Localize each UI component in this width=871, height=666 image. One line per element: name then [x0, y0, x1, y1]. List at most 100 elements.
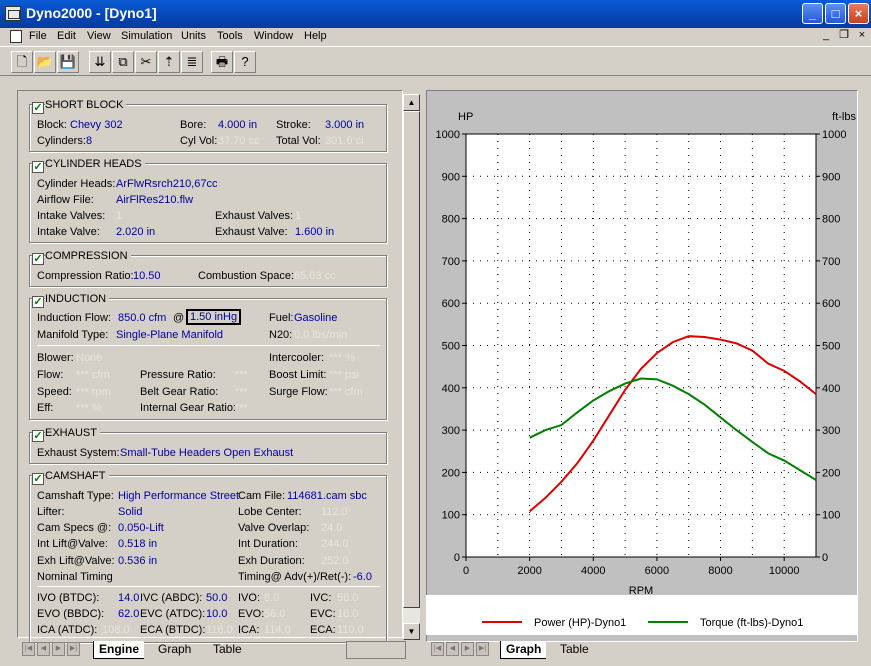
compression-section: ✓ COMPRESSION Compression Ratio: 10.50 C…	[29, 250, 387, 287]
surge-flow-value: *** cfm	[329, 386, 363, 398]
camshaft-type-value[interactable]: High Performance Street	[118, 490, 239, 502]
stroke-value[interactable]: 3.000 in	[325, 119, 364, 131]
y-tick-label-right: 700	[822, 256, 840, 268]
exhaust-checkbox[interactable]: ✓	[32, 430, 44, 442]
exhaust-valve-size-value[interactable]: 1.600 in	[295, 226, 334, 238]
new-file-icon[interactable]: 🗋	[11, 51, 33, 73]
next-tab-icon[interactable]: ▶	[52, 642, 65, 656]
field-label: Cam File:	[238, 490, 286, 502]
document-icon[interactable]	[10, 30, 22, 43]
ivc-value[interactable]: 50.0	[206, 592, 227, 604]
minimize-button[interactable]: _	[802, 3, 823, 24]
field-label: Induction Flow:	[37, 312, 111, 324]
scroll-down-button[interactable]: ▼	[403, 623, 420, 640]
field-label: Int Lift@Valve:	[37, 538, 108, 550]
first-tab-icon[interactable]: |◀	[22, 642, 35, 656]
help-icon[interactable]: ?	[234, 51, 256, 73]
cam-specs-value[interactable]: 0.050-Lift	[118, 522, 164, 534]
induction-checkbox[interactable]: ✓	[32, 296, 44, 308]
x-tick-label: 0	[463, 565, 469, 577]
exhaust-valves-value: 1	[295, 210, 302, 222]
field-label: IVC (ABDC):	[140, 592, 203, 604]
field-label: Block:	[37, 119, 67, 131]
table-icon[interactable]: ≣	[181, 51, 203, 73]
menu-units[interactable]: Units	[181, 30, 206, 42]
tab-graph[interactable]: Graph	[153, 641, 196, 659]
induction-section: ✓ INDUCTION Induction Flow: 850.0 cfm @ …	[29, 293, 387, 420]
cam-file-value[interactable]: 114681.cam sbc	[287, 490, 367, 502]
last-tab-icon[interactable]: ▶|	[476, 642, 489, 656]
fuel-value[interactable]: Gasoline	[294, 312, 337, 324]
exhaust-section: ✓ EXHAUST Exhaust System: Small-Tube Hea…	[29, 427, 387, 464]
field-label: Flow:	[37, 369, 64, 381]
timing-value[interactable]: -6.0	[353, 571, 372, 583]
intake-valve-size-value[interactable]: 2.020 in	[116, 226, 155, 238]
graph-icon[interactable]: ⇡	[158, 51, 180, 73]
evo-value[interactable]: 62.0	[118, 608, 139, 620]
tab-engine[interactable]: Engine	[93, 641, 145, 659]
lifter-value[interactable]: Solid	[118, 506, 142, 518]
close-button[interactable]: ×	[848, 3, 869, 24]
run-simulation-icon[interactable]: ⇊	[89, 51, 111, 73]
mdi-restore-button[interactable]: ❐	[836, 29, 852, 43]
copy-engine-icon[interactable]: ⧉	[112, 51, 134, 73]
tab-table[interactable]: Table	[208, 641, 247, 659]
field-label: Speed:	[37, 386, 72, 398]
menu-tools[interactable]: Tools	[217, 30, 243, 42]
menu-simulation[interactable]: Simulation	[121, 30, 172, 42]
camshaft-checkbox[interactable]: ✓	[32, 473, 44, 485]
airflow-file-value[interactable]: AirFlRes210.flw	[116, 194, 193, 206]
mdi-close-button[interactable]: ×	[854, 29, 870, 43]
print-icon[interactable]: 🖶	[211, 51, 233, 73]
last-tab-icon[interactable]: ▶|	[67, 642, 80, 656]
int-lift-value[interactable]: 0.518 in	[118, 538, 157, 550]
x-tick-label: 2000	[517, 565, 541, 577]
cylinders-value[interactable]: 8	[86, 135, 92, 147]
manifold-type-value[interactable]: Single-Plane Manifold	[116, 329, 223, 341]
field-label: EVC (ATDC):	[140, 608, 206, 620]
tools-icon[interactable]: ✂	[135, 51, 157, 73]
vacuum-value-input[interactable]: 1.50 inHg	[186, 309, 242, 325]
induction-flow-value[interactable]: 850.0 cfm	[118, 312, 166, 324]
scroll-thumb[interactable]	[403, 111, 420, 608]
compression-ratio-value[interactable]: 10.50	[133, 270, 161, 282]
exh-lift-value[interactable]: 0.536 in	[118, 555, 157, 567]
title-bar: Dyno2000 - [Dyno1] _ □ ×	[0, 0, 871, 28]
field-label: Combustion Space:	[198, 270, 294, 282]
tab-table-right[interactable]: Table	[555, 641, 594, 659]
tab-graph-right[interactable]: Graph	[500, 641, 547, 659]
prev-tab-icon[interactable]: ◀	[37, 642, 50, 656]
menu-window[interactable]: Window	[254, 30, 293, 42]
open-folder-icon[interactable]: 📂	[34, 51, 56, 73]
horizontal-scrollbar[interactable]	[346, 641, 406, 659]
menu-view[interactable]: View	[87, 30, 111, 42]
x-tick-label: 8000	[708, 565, 732, 577]
legend-label: Power (HP)-Dyno1	[534, 617, 626, 629]
compression-checkbox[interactable]: ✓	[32, 253, 44, 265]
menu-edit[interactable]: Edit	[57, 30, 76, 42]
y-tick-label-right: 200	[822, 467, 840, 479]
internal-gear-ratio-value: ***	[235, 402, 248, 414]
cylinder-heads-value[interactable]: ArFlwRsrch210,67cc	[116, 178, 217, 190]
mdi-minimize-button[interactable]: _	[818, 29, 834, 43]
scroll-up-button[interactable]: ▲	[403, 94, 420, 111]
evc-value[interactable]: 10.0	[206, 608, 227, 620]
right-tab-bar: |◀ ◀ ▶ ▶| Graph Table	[426, 641, 858, 659]
y-tick-label: 200	[442, 467, 460, 479]
save-icon[interactable]: 💾	[57, 51, 79, 73]
bore-value[interactable]: 4.000 in	[218, 119, 257, 131]
prev-tab-icon[interactable]: ◀	[446, 642, 459, 656]
cylinder-heads-checkbox[interactable]: ✓	[32, 161, 44, 173]
short-block-checkbox[interactable]: ✓	[32, 102, 44, 114]
menu-file[interactable]: File	[29, 30, 47, 42]
next-tab-icon[interactable]: ▶	[461, 642, 474, 656]
exhaust-system-value[interactable]: Small-Tube Headers Open Exhaust	[120, 447, 293, 459]
ivo-value[interactable]: 14.0	[118, 592, 139, 604]
evc-timed-value: 16.0	[337, 608, 359, 620]
maximize-button[interactable]: □	[825, 3, 846, 24]
first-tab-icon[interactable]: |◀	[431, 642, 444, 656]
menu-help[interactable]: Help	[304, 30, 327, 42]
field-label: Eff:	[37, 402, 54, 414]
vertical-scrollbar[interactable]: ▲ ▼	[403, 94, 420, 640]
block-value[interactable]: Chevy 302	[70, 119, 123, 131]
